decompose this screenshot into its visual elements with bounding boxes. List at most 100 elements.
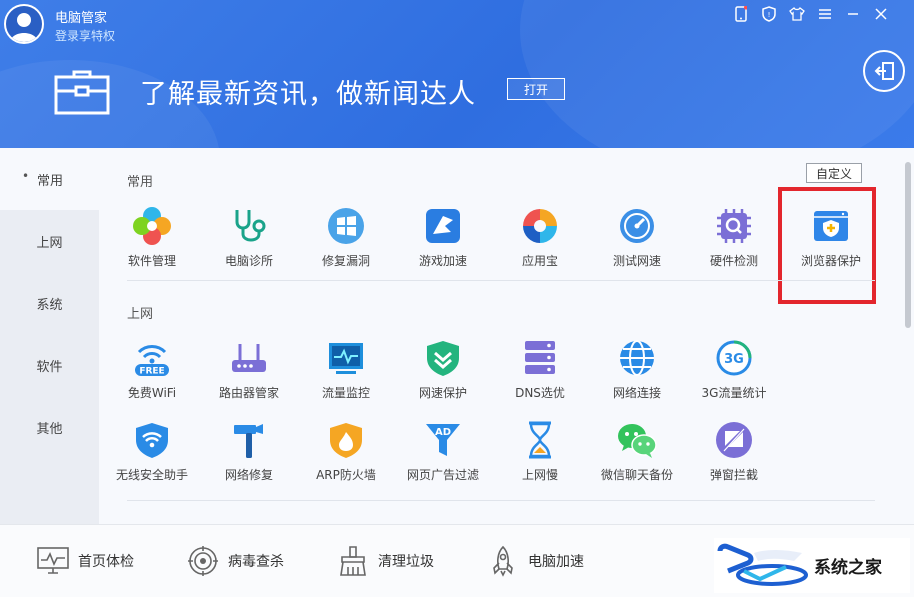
- nav-item-other[interactable]: 其他: [0, 396, 99, 458]
- tool-label: 3G流量统计: [701, 386, 767, 400]
- banner-open-button[interactable]: 打开: [507, 78, 565, 100]
- rocket-icon: [486, 545, 520, 577]
- svg-text:!: !: [768, 11, 771, 19]
- bottom-nav-label: 病毒查杀: [228, 554, 284, 570]
- wechat-icon: [615, 418, 659, 462]
- bottom-nav-home-checkup[interactable]: 首页体检: [36, 545, 134, 577]
- tool-speed-test[interactable]: 测试网速: [592, 204, 682, 274]
- toolbox-icon: [54, 69, 110, 115]
- tool-label: 上网慢: [521, 468, 558, 482]
- tool-label: 应用宝: [521, 254, 558, 268]
- tool-network-repair[interactable]: 网络修复: [204, 418, 294, 488]
- hammer-icon: [227, 418, 271, 462]
- exit-icon: [874, 62, 894, 80]
- tool-label: 网页广告过滤: [406, 468, 479, 482]
- skin-shirt-icon[interactable]: [786, 4, 808, 24]
- app-store-icon: [518, 204, 562, 248]
- tool-dns-optimize[interactable]: DNS选优: [495, 336, 585, 406]
- dns-server-icon: [518, 336, 562, 380]
- tool-label: 测试网速: [612, 254, 661, 268]
- tool-wireless-security[interactable]: 无线安全助手: [107, 418, 197, 488]
- tool-label: 网速保护: [418, 386, 467, 400]
- tool-hardware-check[interactable]: 硬件检测: [689, 204, 779, 274]
- category-nav: 常用 上网 系统 软件 其他: [0, 148, 100, 524]
- nav-item-label: 上网: [36, 235, 63, 251]
- bottom-nav-clean-junk[interactable]: 清理垃圾: [336, 545, 434, 577]
- tool-label: 免费WiFi: [127, 386, 177, 400]
- tool-label: 无线安全助手: [115, 468, 188, 482]
- tool-wechat-backup[interactable]: 微信聊天备份: [592, 418, 682, 488]
- wifi-badge-text: FREE: [139, 367, 164, 377]
- nav-item-system[interactable]: 系统: [0, 272, 99, 334]
- broom-icon: [336, 545, 370, 577]
- tool-popup-block[interactable]: 弹窗拦截: [689, 418, 779, 488]
- watermark: 系统之家: [714, 538, 910, 593]
- tool-slow-internet[interactable]: 上网慢: [495, 418, 585, 488]
- watermark-logo-icon: [717, 543, 808, 586]
- tool-speed-protection[interactable]: 网速保护: [398, 336, 488, 406]
- section-title-common: 常用: [127, 175, 154, 190]
- nav-item-label: 软件: [36, 359, 63, 375]
- ad-badge-text: AD: [435, 427, 451, 438]
- tool-arp-firewall[interactable]: ARP防火墙: [301, 418, 391, 488]
- nav-item-software[interactable]: 软件: [0, 334, 99, 396]
- tool-label: 修复漏洞: [321, 254, 370, 268]
- traffic-monitor-icon: [324, 336, 368, 380]
- tool-free-wifi[interactable]: FREE 免费WiFi: [107, 336, 197, 406]
- menu-icon[interactable]: [814, 4, 836, 24]
- tool-game-boost[interactable]: 游戏加速: [398, 204, 488, 274]
- ad-filter-icon: AD: [421, 418, 465, 462]
- speed-shield-icon: [421, 336, 465, 380]
- free-wifi-icon: FREE: [130, 336, 174, 380]
- tool-label: 微信聊天备份: [600, 468, 673, 482]
- popup-block-icon: [712, 418, 756, 462]
- app-title: 电脑管家: [55, 11, 108, 26]
- tool-network-connection[interactable]: 网络连接: [592, 336, 682, 406]
- 3g-data-icon: 3G: [712, 336, 756, 380]
- close-icon[interactable]: [870, 4, 892, 24]
- tool-label: 网络连接: [612, 386, 661, 400]
- software-manager-icon: [130, 204, 174, 248]
- tool-label: 流量监控: [321, 386, 370, 400]
- tool-label: 弹窗拦截: [709, 468, 758, 482]
- watermark-text: 系统之家: [814, 558, 882, 578]
- tool-app-store[interactable]: 应用宝: [495, 204, 585, 274]
- bottom-nav-pc-boost[interactable]: 电脑加速: [486, 545, 584, 577]
- tool-router-manager[interactable]: 路由器管家: [204, 336, 294, 406]
- nav-item-label: 其他: [36, 421, 63, 437]
- customize-button[interactable]: 自定义: [806, 163, 862, 183]
- globe-icon: [615, 336, 659, 380]
- phone-icon[interactable]: [730, 4, 752, 24]
- tool-software-manager[interactable]: 软件管理: [107, 204, 197, 274]
- banner-headline: 了解最新资讯，做新闻达人: [140, 79, 476, 110]
- firewall-icon: [324, 418, 368, 462]
- nav-item-common[interactable]: 常用: [0, 148, 100, 210]
- monitor-pulse-icon: [36, 545, 70, 577]
- tool-label: 硬件检测: [709, 254, 758, 268]
- login-link[interactable]: 登录享特权: [55, 27, 115, 44]
- tool-label: ARP防火墙: [316, 468, 376, 482]
- section-divider: [127, 500, 875, 501]
- scrollbar[interactable]: [905, 162, 911, 328]
- shield-icon[interactable]: !: [758, 4, 780, 24]
- bottom-nav-virus-scan[interactable]: 病毒查杀: [186, 545, 284, 577]
- tool-label: DNS选优: [515, 386, 565, 400]
- window-controls: !: [730, 4, 892, 24]
- tool-label: 软件管理: [127, 254, 176, 268]
- game-boost-icon: [421, 204, 465, 248]
- tool-label: 路由器管家: [218, 386, 279, 400]
- avatar[interactable]: [4, 4, 44, 44]
- nav-item-internet[interactable]: 上网: [0, 210, 99, 272]
- section-divider: [127, 280, 875, 281]
- exit-toolbox-button[interactable]: [863, 50, 905, 92]
- tool-ad-filter[interactable]: AD 网页广告过滤: [398, 418, 488, 488]
- tool-traffic-monitor[interactable]: 流量监控: [301, 336, 391, 406]
- tool-3g-data-stats[interactable]: 3G 3G流量统计: [689, 336, 779, 406]
- tool-label: 网络修复: [224, 468, 273, 482]
- tool-fix-vulnerabilities[interactable]: 修复漏洞: [301, 204, 391, 274]
- nav-item-label: 常用: [36, 173, 63, 189]
- hardware-chip-icon: [712, 204, 756, 248]
- tool-pc-clinic[interactable]: 电脑诊所: [204, 204, 294, 274]
- minimize-icon[interactable]: [842, 4, 864, 24]
- header-banner: 电脑管家 登录享特权 ! 了解最新资讯，做新闻达人 打开: [0, 0, 914, 148]
